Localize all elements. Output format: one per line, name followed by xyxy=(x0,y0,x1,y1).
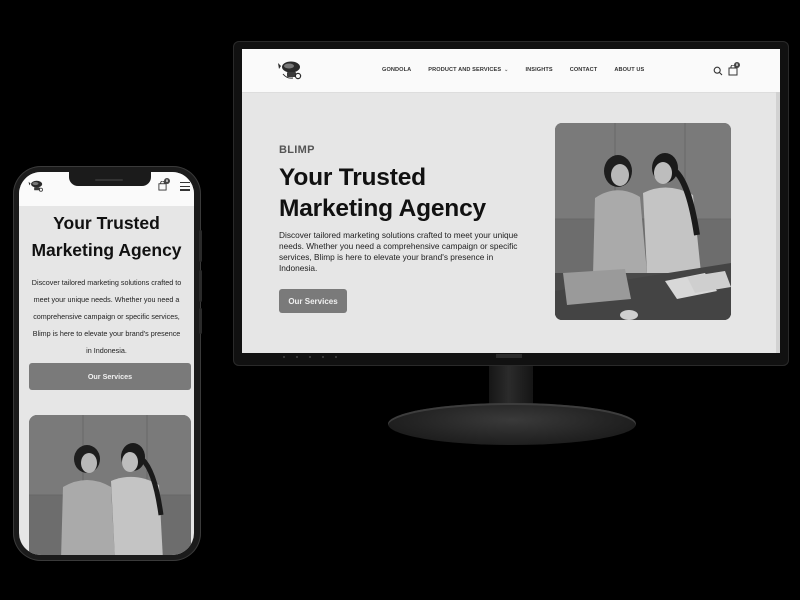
phone-side-button xyxy=(199,308,202,334)
phone-notch xyxy=(69,172,151,186)
monitor-brand-logo xyxy=(496,354,522,358)
desktop-navbar: GONDOLA PRODUCT AND SERVICES ⌄ INSIGHTS C… xyxy=(242,49,780,93)
nav-item-label: PRODUCT AND SERVICES xyxy=(428,67,502,73)
phone-side-button xyxy=(199,230,202,262)
blimp-logo-icon[interactable] xyxy=(28,179,44,193)
our-services-button[interactable]: Our Services xyxy=(29,363,191,390)
hero-eyebrow: BLIMP xyxy=(279,144,315,156)
hero-title: Your Trusted Marketing Agency xyxy=(279,164,486,222)
nav-item-insights[interactable]: INSIGHTS xyxy=(525,67,552,73)
nav-item-product-and-services[interactable]: PRODUCT AND SERVICES ⌄ xyxy=(428,67,508,73)
mobile-screen: 0 Your Trusted Marketing Agency Discover… xyxy=(19,172,194,555)
hamburger-menu-icon[interactable] xyxy=(180,182,190,191)
monitor-buttons xyxy=(283,356,337,358)
desktop-menu: GONDOLA PRODUCT AND SERVICES ⌄ INSIGHTS C… xyxy=(382,67,661,73)
hero-description: Discover tailored marketing solutions cr… xyxy=(279,230,518,273)
desktop-monitor: GONDOLA PRODUCT AND SERVICES ⌄ INSIGHTS C… xyxy=(233,41,789,366)
cart-count-badge: 0 xyxy=(734,62,740,68)
chevron-down-icon: ⌄ xyxy=(504,67,509,73)
our-services-button[interactable]: Our Services xyxy=(279,289,347,313)
search-icon[interactable] xyxy=(713,66,723,76)
nav-item-contact[interactable]: CONTACT xyxy=(570,67,598,73)
hero-title: Your Trusted Marketing Agency xyxy=(31,213,182,260)
hero-photo xyxy=(29,415,191,555)
nav-item-gondola[interactable]: GONDOLA xyxy=(382,67,411,73)
desktop-screen: GONDOLA PRODUCT AND SERVICES ⌄ INSIGHTS C… xyxy=(242,49,780,353)
hero-photo xyxy=(555,123,731,320)
blimp-logo-icon[interactable] xyxy=(277,59,303,81)
phone-side-button xyxy=(199,270,202,302)
monitor-stand-base xyxy=(388,403,636,445)
mobile-header: 0 xyxy=(19,172,194,206)
cart-count-badge: 0 xyxy=(164,178,170,184)
hero-description: Discover tailored marketing solutions cr… xyxy=(31,278,182,355)
scrollbar[interactable] xyxy=(776,92,780,353)
nav-item-about-us[interactable]: ABOUT US xyxy=(614,67,644,73)
